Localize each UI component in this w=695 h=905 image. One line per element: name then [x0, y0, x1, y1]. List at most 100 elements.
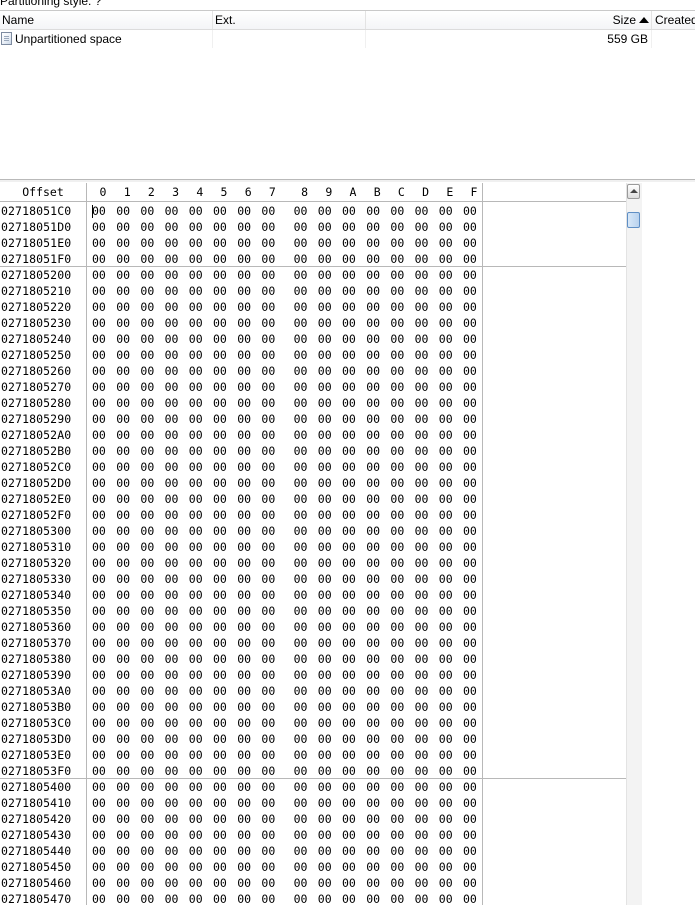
hex-byte[interactable]: 00: [390, 571, 404, 587]
hex-byte[interactable]: 00: [165, 843, 179, 859]
hex-byte[interactable]: 00: [140, 667, 154, 683]
hex-byte[interactable]: 00: [439, 651, 453, 667]
hex-byte[interactable]: 00: [294, 235, 308, 251]
column-separator[interactable]: [212, 11, 213, 29]
hex-byte[interactable]: 00: [366, 795, 380, 811]
hex-row[interactable]: 0271805270 00 00 00 00 00 00 00 00 00 00 00 00 00 00 00…: [0, 379, 626, 395]
hex-byte[interactable]: 00: [237, 699, 251, 715]
hex-byte[interactable]: 00: [439, 363, 453, 379]
hex-byte[interactable]: 00: [294, 379, 308, 395]
hex-byte[interactable]: 00: [318, 571, 332, 587]
hex-byte[interactable]: 00: [92, 443, 106, 459]
hex-byte[interactable]: 00: [165, 395, 179, 411]
hex-byte[interactable]: 00: [366, 715, 380, 731]
hex-byte[interactable]: 00: [439, 315, 453, 331]
hex-byte[interactable]: 00: [342, 539, 356, 555]
hex-byte[interactable]: 00: [463, 523, 477, 539]
hex-byte[interactable]: 00: [116, 459, 130, 475]
hex-byte[interactable]: 00: [213, 299, 227, 315]
hex-byte[interactable]: 00: [318, 491, 332, 507]
hex-byte[interactable]: 00: [165, 523, 179, 539]
hex-byte[interactable]: 00: [463, 667, 477, 683]
hex-byte[interactable]: 00: [165, 635, 179, 651]
hex-byte[interactable]: 00: [140, 491, 154, 507]
hex-byte[interactable]: 00: [213, 427, 227, 443]
hex-byte[interactable]: 00: [342, 779, 356, 795]
hex-byte[interactable]: 00: [189, 523, 203, 539]
hex-byte[interactable]: 00: [140, 459, 154, 475]
hex-byte[interactable]: 00: [92, 779, 106, 795]
hex-byte[interactable]: 00: [261, 267, 275, 283]
hex-row[interactable]: 0271805410 00 00 00 00 00 00 00 00 00 00 00 00 00 00 00…: [0, 795, 626, 811]
hex-byte[interactable]: 00: [189, 235, 203, 251]
hex-byte[interactable]: 00: [140, 267, 154, 283]
hex-byte[interactable]: 00: [140, 699, 154, 715]
hex-byte[interactable]: 00: [415, 683, 429, 699]
hex-byte[interactable]: 00: [439, 475, 453, 491]
hex-byte[interactable]: 00: [294, 267, 308, 283]
hex-byte[interactable]: 00: [366, 491, 380, 507]
hex-byte[interactable]: 00: [165, 731, 179, 747]
hex-byte[interactable]: 00: [92, 267, 106, 283]
hex-byte[interactable]: 00: [237, 891, 251, 905]
hex-byte[interactable]: 00: [189, 779, 203, 795]
hex-byte[interactable]: 00: [294, 763, 308, 779]
hex-byte[interactable]: 00: [140, 475, 154, 491]
hex-byte[interactable]: 00: [237, 219, 251, 235]
hex-byte[interactable]: 00: [294, 363, 308, 379]
hex-byte[interactable]: 00: [261, 203, 275, 219]
hex-byte[interactable]: 00: [116, 347, 130, 363]
hex-byte[interactable]: 00: [165, 603, 179, 619]
hex-byte[interactable]: 00: [439, 699, 453, 715]
hex-byte[interactable]: 00: [294, 795, 308, 811]
hex-byte[interactable]: 00: [140, 283, 154, 299]
hex-byte[interactable]: 00: [116, 395, 130, 411]
hex-byte[interactable]: 00: [213, 827, 227, 843]
hex-row[interactable]: 0271805340 00 00 00 00 00 00 00 00 00 00 00 00 00 00 00…: [0, 587, 626, 603]
hex-byte[interactable]: 00: [318, 411, 332, 427]
hex-row[interactable]: 02718052D0 00 00 00 00 00 00 00 00 00 00 00 00 00 00 00…: [0, 475, 626, 491]
hex-byte[interactable]: 00: [165, 875, 179, 891]
hex-byte[interactable]: 00: [366, 667, 380, 683]
hex-row[interactable]: 02718051F0 00 00 00 00 00 00 00 00 00 00 00 00 00 00 00…: [0, 251, 626, 267]
hex-byte[interactable]: 00: [261, 283, 275, 299]
hex-byte[interactable]: 00: [366, 891, 380, 905]
hex-byte[interactable]: 00: [237, 731, 251, 747]
hex-byte[interactable]: 00: [140, 523, 154, 539]
hex-byte[interactable]: 00: [342, 379, 356, 395]
hex-byte[interactable]: 00: [439, 843, 453, 859]
hex-byte[interactable]: 00: [415, 795, 429, 811]
hex-byte[interactable]: 00: [415, 427, 429, 443]
hex-row[interactable]: 02718053A0 00 00 00 00 00 00 00 00 00 00 00 00 00 00 00…: [0, 683, 626, 699]
hex-byte[interactable]: 00: [140, 443, 154, 459]
hex-byte[interactable]: 00: [140, 331, 154, 347]
hex-byte[interactable]: 00: [415, 603, 429, 619]
hex-byte[interactable]: 00: [439, 379, 453, 395]
hex-byte[interactable]: 00: [189, 395, 203, 411]
hex-byte[interactable]: 00: [294, 827, 308, 843]
hex-byte[interactable]: 00: [189, 427, 203, 443]
hex-byte[interactable]: 00: [213, 779, 227, 795]
hex-byte[interactable]: 00: [463, 603, 477, 619]
hex-byte[interactable]: 00: [463, 283, 477, 299]
hex-row[interactable]: 0271805320 00 00 00 00 00 00 00 00 00 00 00 00 00 00 00…: [0, 555, 626, 571]
hex-byte[interactable]: 00: [213, 251, 227, 267]
hex-byte[interactable]: 00: [261, 763, 275, 779]
hex-byte[interactable]: 00: [318, 267, 332, 283]
hex-byte[interactable]: 00: [294, 635, 308, 651]
hex-byte[interactable]: 00: [294, 731, 308, 747]
column-header-size[interactable]: Size: [366, 11, 651, 29]
hex-byte[interactable]: 00: [415, 475, 429, 491]
hex-byte[interactable]: 00: [342, 571, 356, 587]
hex-byte[interactable]: 00: [318, 539, 332, 555]
hex-row[interactable]: 0271805230 00 00 00 00 00 00 00 00 00 00 00 00 00 00 00…: [0, 315, 626, 331]
hex-byte[interactable]: 00: [366, 347, 380, 363]
hex-byte[interactable]: 00: [366, 603, 380, 619]
hex-byte[interactable]: 00: [318, 219, 332, 235]
hex-byte[interactable]: 00: [237, 363, 251, 379]
hex-byte[interactable]: 00: [189, 491, 203, 507]
hex-byte[interactable]: 00: [189, 379, 203, 395]
hex-byte[interactable]: 00: [366, 555, 380, 571]
hex-byte[interactable]: 00: [92, 523, 106, 539]
hex-byte[interactable]: 00: [92, 251, 106, 267]
